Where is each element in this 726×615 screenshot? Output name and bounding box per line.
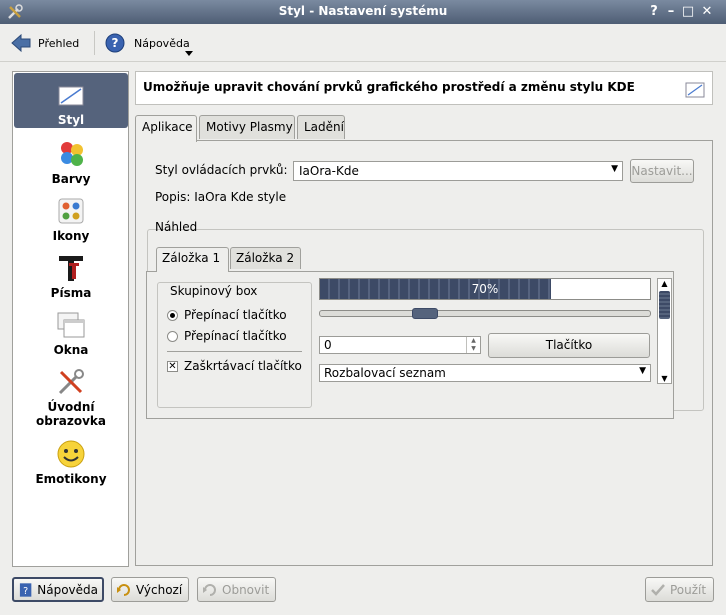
preview-tab-1[interactable]: Záložka 1 [156,247,229,272]
reset-button[interactable]: Obnovit [197,577,276,602]
help-button[interactable]: ? Nápověda [12,577,104,602]
maximize-icon[interactable]: □ [680,4,696,20]
checkbox-label: Zaškrtávací tlačítko [184,359,302,373]
minimize-icon[interactable]: – [663,4,679,20]
sidebar-item-ikony[interactable]: Ikony [14,189,128,243]
svg-text:?: ? [23,585,28,596]
group-box-title: Skupinový box [168,284,260,298]
apply-button-label: Použít [670,582,707,597]
sidebar-item-label: Styl [57,113,85,127]
tab-panel-aplikace: Styl ovládacích prvků: IaOra-Kde ▼ Nasta… [135,140,713,566]
back-arrow-icon [11,33,31,53]
radio-checked-icon [167,309,178,321]
chevron-down-icon[interactable] [185,51,193,56]
radio-label: Přepínací tlačítko [184,308,287,322]
preview-combo-value: Rozbalovací seznam [324,366,446,380]
preview-progress-bar: 70% [319,278,651,300]
help-menu-button[interactable]: ? Nápověda [104,30,190,56]
sidebar-item-label: Písma [50,286,92,300]
sidebar-item-styl[interactable]: Styl [14,73,128,128]
sidebar-item-label: Okna [53,343,89,357]
sidebar-item-label: Ikony [52,229,90,243]
overview-button[interactable]: Přehled [10,30,79,56]
help-icon[interactable]: ? [646,4,662,20]
sidebar: Styl Barvy Ikony Písma Okna Úvodní obraz… [12,71,129,567]
slider-handle[interactable] [412,308,438,319]
chevron-down-icon: ▼ [611,164,618,174]
defaults-button[interactable]: Výchozí [111,577,189,602]
preview-title: Náhled [155,220,198,234]
style-header-icon [685,82,705,98]
overview-label: Přehled [38,36,80,50]
configure-button[interactable]: Nastavit... [630,159,694,183]
svg-text:?: ? [112,36,119,50]
widget-style-select[interactable]: IaOra-Kde ▼ [293,161,623,181]
sidebar-item-pisma[interactable]: Písma [14,246,128,300]
reset-button-label: Obnovit [222,582,270,597]
scroll-thumb[interactable] [659,291,670,319]
widget-style-value: IaOra-Kde [299,164,359,178]
scroll-up-icon[interactable]: ▲ [658,279,671,288]
toolbar-separator [94,31,95,55]
icons-icon [58,198,84,224]
chevron-down-icon: ▼ [639,366,646,376]
preview-group-box: Skupinový box Přepínací tlačítko Přepína… [157,282,312,408]
progress-text: 70% [471,282,499,296]
checkmark-icon [651,583,665,596]
help-circle-icon: ? [105,33,125,53]
preview-checkbox[interactable]: ✕ Zaškrtávací tlačítko [167,359,302,373]
reset-icon [203,583,216,596]
undo-icon [117,583,130,596]
preview-spinbox[interactable]: 0 ▲ ▼ [319,336,481,354]
sidebar-item-label: Barvy [51,172,91,186]
group-divider [167,351,302,352]
module-header: Umožňuje upravit chování prvků grafickéh… [135,71,713,105]
preview-radio-1[interactable]: Přepínací tlačítko [167,308,287,322]
colors-icon [61,142,83,166]
close-icon[interactable]: ✕ [699,4,715,20]
sidebar-item-label: Úvodní obrazovka [36,400,106,428]
spinbox-arrows-icon[interactable]: ▲ ▼ [466,337,480,353]
tab-ladeni[interactable]: Ladění [297,115,345,139]
preview-slider[interactable] [319,308,651,319]
title-bar[interactable]: Styl - Nastavení systému ? – □ ✕ [0,0,726,24]
checkbox-checked-icon: ✕ [167,360,178,372]
sidebar-item-okna[interactable]: Okna [14,303,128,357]
main-content: Umožňuje upravit chování prvků grafickéh… [134,71,714,567]
preview-scrollbar[interactable]: ▲ ▼ [657,278,672,384]
defaults-button-label: Výchozí [136,582,183,597]
help-button-label: Nápověda [37,582,98,597]
help-menu-label: Nápověda [134,36,190,50]
tab-motivy-plasmy[interactable]: Motivy Plasmy [199,115,295,139]
radio-label: Přepínací tlačítko [184,329,287,343]
radio-unchecked-icon [167,330,178,342]
apply-button[interactable]: Použít [645,577,714,602]
preview-radio-2[interactable]: Přepínací tlačítko [167,329,287,343]
windows-icon [57,312,85,338]
preview-tab-2[interactable]: Záložka 2 [230,247,301,269]
style-icon [58,86,84,106]
style-description: Popis: IaOra Kde style [155,190,287,204]
sidebar-item-label: Emotikony [35,472,107,486]
emoticons-icon [57,440,85,468]
window-title: Styl - Nastavení systému [278,4,448,18]
sidebar-item-barvy[interactable]: Barvy [14,132,128,186]
spinbox-value: 0 [324,338,332,352]
help-book-icon: ? [19,582,32,596]
tab-aplikace[interactable]: Aplikace [135,115,197,142]
splash-screen-icon [58,369,84,395]
sidebar-item-emotikony[interactable]: Emotikony [14,432,128,486]
widget-style-label: Styl ovládacích prvků: [155,163,288,177]
module-description: Umožňuje upravit chování prvků grafickéh… [143,80,635,94]
scroll-down-icon[interactable]: ▼ [658,374,671,383]
preview-combo[interactable]: Rozbalovací seznam ▼ [319,364,651,382]
toolbar: Přehled ? Nápověda [0,24,726,62]
fonts-icon [59,256,83,281]
sidebar-item-uvodni-obrazovka[interactable]: Úvodní obrazovka [14,360,128,430]
preview-panel: Skupinový box Přepínací tlačítko Přepína… [146,271,674,419]
preview-push-button[interactable]: Tlačítko [488,333,650,358]
